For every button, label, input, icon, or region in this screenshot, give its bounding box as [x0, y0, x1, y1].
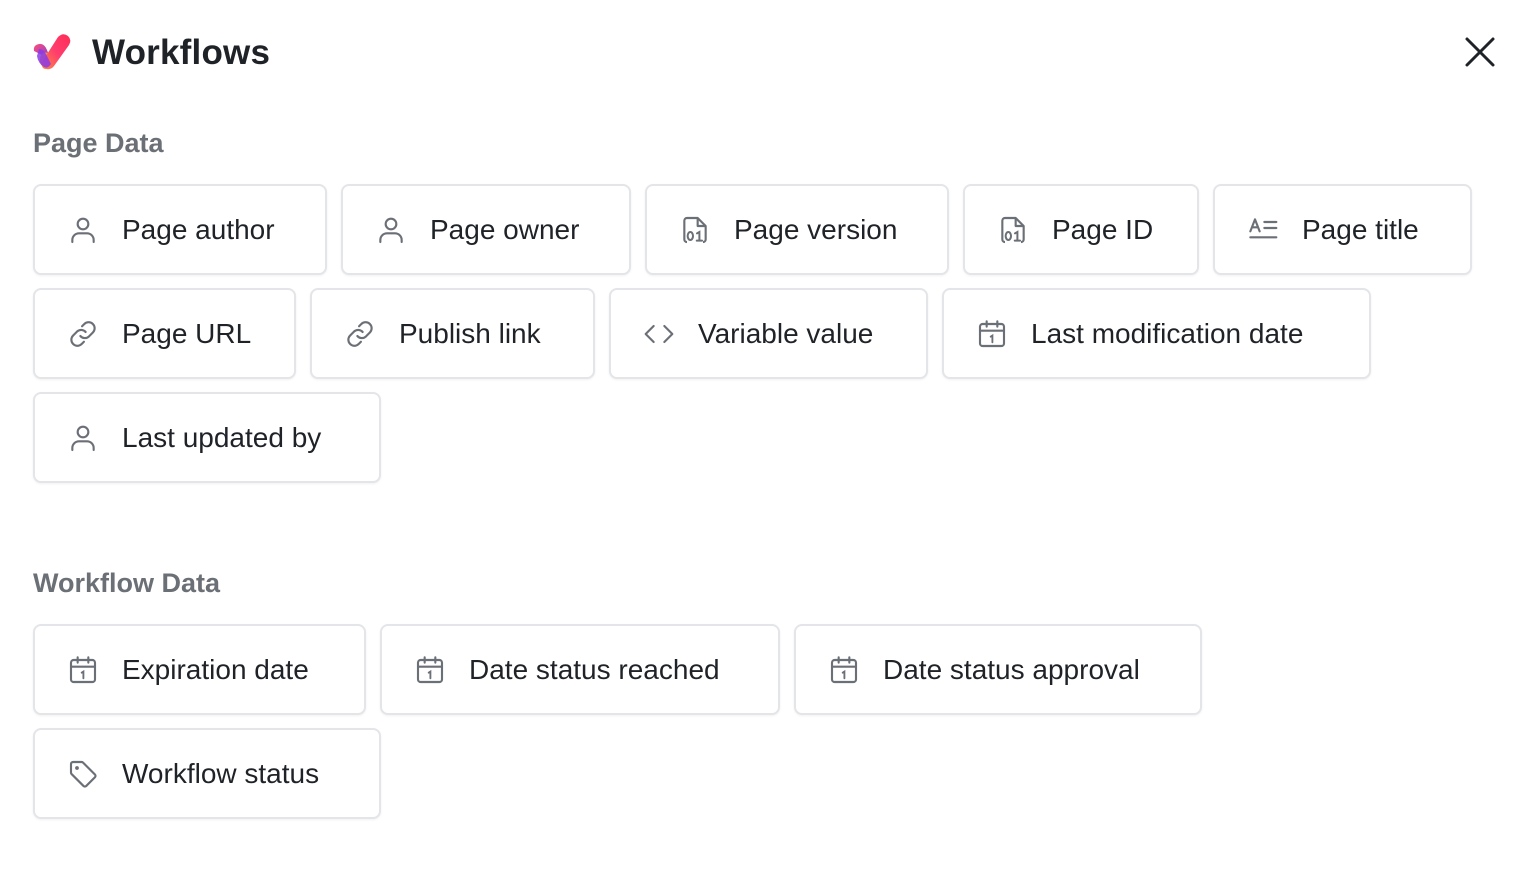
workflows-logo-icon [33, 34, 71, 70]
chip-variable-value[interactable]: Variable value [609, 288, 928, 379]
chip-workflow-status[interactable]: Workflow status [33, 728, 381, 819]
page-data-row-3: Last updated by [33, 392, 381, 483]
calendar-icon [827, 653, 861, 687]
close-button[interactable] [1458, 30, 1502, 74]
calendar-icon [413, 653, 447, 687]
calendar-icon [975, 317, 1009, 351]
user-icon [66, 421, 100, 455]
user-icon [374, 213, 408, 247]
workflow-data-row-2: Workflow status [33, 728, 381, 819]
link-icon [343, 317, 377, 351]
calendar-icon [66, 653, 100, 687]
chip-page-title[interactable]: Page title [1213, 184, 1472, 275]
section-label-page-data: Page Data [33, 128, 164, 158]
text-title-icon [1246, 213, 1280, 247]
chip-expiration-date[interactable]: Expiration date [33, 624, 366, 715]
chip-page-url[interactable]: Page URL [33, 288, 296, 379]
page-title: Workflows [92, 33, 271, 72]
chip-page-version[interactable]: Page version [645, 184, 949, 275]
chip-last-modification-date[interactable]: Last modification date [942, 288, 1371, 379]
link-icon [66, 317, 100, 351]
dialog-header: Workflows [30, 30, 270, 76]
chip-publish-link[interactable]: Publish link [310, 288, 595, 379]
chip-date-status-reached[interactable]: Date status reached [380, 624, 780, 715]
user-icon [66, 213, 100, 247]
tag-icon [66, 757, 100, 791]
chip-last-updated-by[interactable]: Last updated by [33, 392, 381, 483]
number-file-icon [678, 213, 712, 247]
workflow-data-row-1: Expiration date Date status reached Date… [33, 624, 1202, 715]
chip-date-status-approval[interactable]: Date status approval [794, 624, 1202, 715]
chip-page-owner[interactable]: Page owner [341, 184, 631, 275]
code-icon [642, 317, 676, 351]
chip-page-id[interactable]: Page ID [963, 184, 1199, 275]
chip-page-author[interactable]: Page author [33, 184, 327, 275]
close-icon [1465, 37, 1495, 67]
page-data-row-1: Page author Page owner Page version Page… [33, 184, 1472, 275]
number-file-icon [996, 213, 1030, 247]
page-data-row-2: Page URL Publish link Variable value Las… [33, 288, 1371, 379]
section-label-workflow-data: Workflow Data [33, 568, 221, 598]
